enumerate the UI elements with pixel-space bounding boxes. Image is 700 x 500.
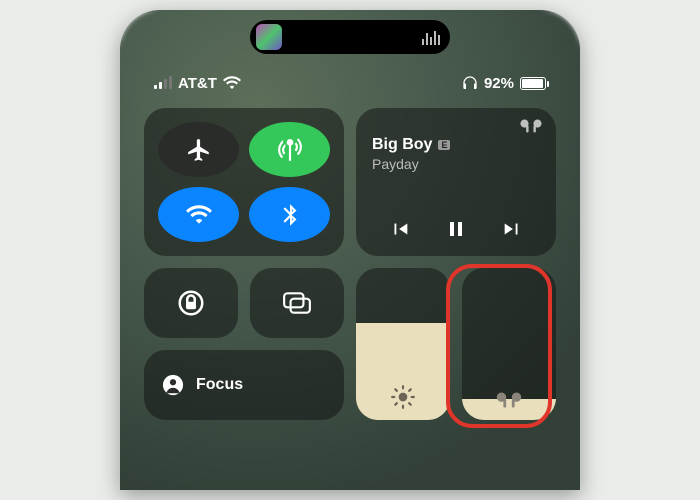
focus-label: Focus — [196, 376, 243, 394]
headphones-status-icon — [462, 75, 478, 91]
airpods-volume-icon — [494, 390, 524, 410]
volume-slider[interactable] — [462, 268, 556, 420]
cellular-signal-icon — [154, 77, 172, 89]
media-tile[interactable]: Big Boy E Payday — [356, 108, 556, 256]
track-subtitle: Payday — [372, 156, 540, 172]
person-icon — [162, 374, 184, 396]
antenna-icon — [277, 137, 303, 163]
screen-mirroring-icon — [282, 290, 312, 316]
battery-icon — [520, 77, 546, 90]
phone-frame: AT&T 92% — [120, 10, 580, 490]
wifi-icon — [186, 202, 212, 228]
previous-track-button[interactable] — [387, 218, 413, 240]
dynamic-island[interactable] — [250, 20, 450, 54]
connectivity-tile[interactable] — [144, 108, 344, 256]
orientation-lock-icon — [176, 288, 206, 318]
now-playing-art-icon — [256, 24, 282, 50]
explicit-badge: E — [438, 140, 450, 150]
play-pause-button[interactable] — [444, 216, 468, 242]
focus-button[interactable]: Focus — [144, 350, 344, 420]
bluetooth-toggle[interactable] — [249, 187, 330, 242]
bluetooth-icon — [277, 202, 303, 228]
airpods-route-icon — [518, 118, 544, 134]
status-bar: AT&T 92% — [120, 72, 580, 94]
cellular-data-toggle[interactable] — [249, 122, 330, 177]
orientation-lock-button[interactable] — [144, 268, 238, 338]
airplane-icon — [186, 137, 212, 163]
wifi-toggle[interactable] — [158, 187, 239, 242]
track-title: Big Boy — [372, 136, 432, 154]
battery-percent: 92% — [484, 75, 514, 92]
screen-mirroring-button[interactable] — [250, 268, 344, 338]
carrier-label: AT&T — [178, 75, 217, 92]
airplane-mode-toggle[interactable] — [158, 122, 239, 177]
next-track-button[interactable] — [499, 218, 525, 240]
wifi-status-icon — [223, 76, 241, 90]
brightness-icon — [390, 384, 416, 410]
brightness-slider[interactable] — [356, 268, 450, 420]
audio-equalizer-icon — [422, 29, 440, 45]
